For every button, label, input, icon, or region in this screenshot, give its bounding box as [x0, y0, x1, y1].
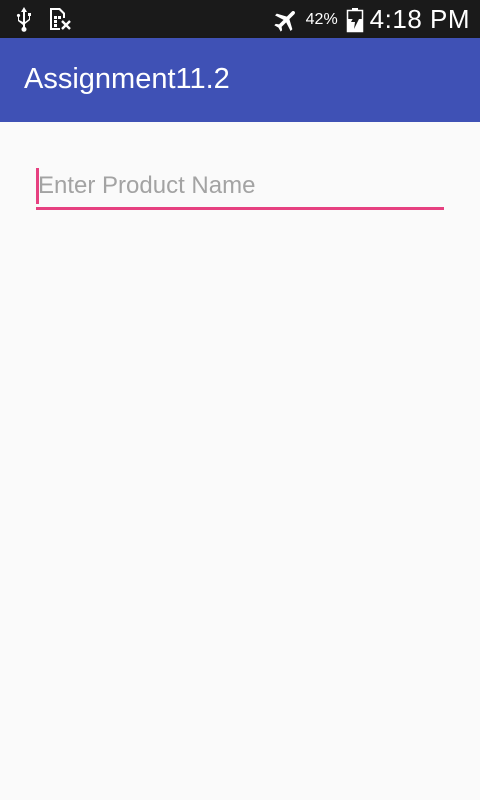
input-underline — [36, 207, 444, 210]
usb-icon — [14, 6, 34, 32]
text-cursor — [36, 168, 39, 204]
product-name-input[interactable] — [36, 166, 444, 206]
status-bar: 42% 4:18 PM — [0, 0, 480, 38]
status-right-icons: 42% 4:18 PM — [272, 4, 470, 35]
no-sim-icon — [48, 6, 72, 32]
status-left-icons — [14, 6, 72, 32]
app-bar: Assignment11.2 — [0, 38, 480, 122]
battery-charging-icon — [346, 7, 364, 33]
app-title: Assignment11.2 — [24, 63, 230, 95]
battery-percent: 42% — [305, 10, 338, 28]
airplane-icon — [272, 6, 300, 34]
status-clock: 4:18 PM — [369, 4, 470, 34]
product-name-field[interactable] — [36, 166, 444, 212]
main-content — [0, 122, 480, 800]
